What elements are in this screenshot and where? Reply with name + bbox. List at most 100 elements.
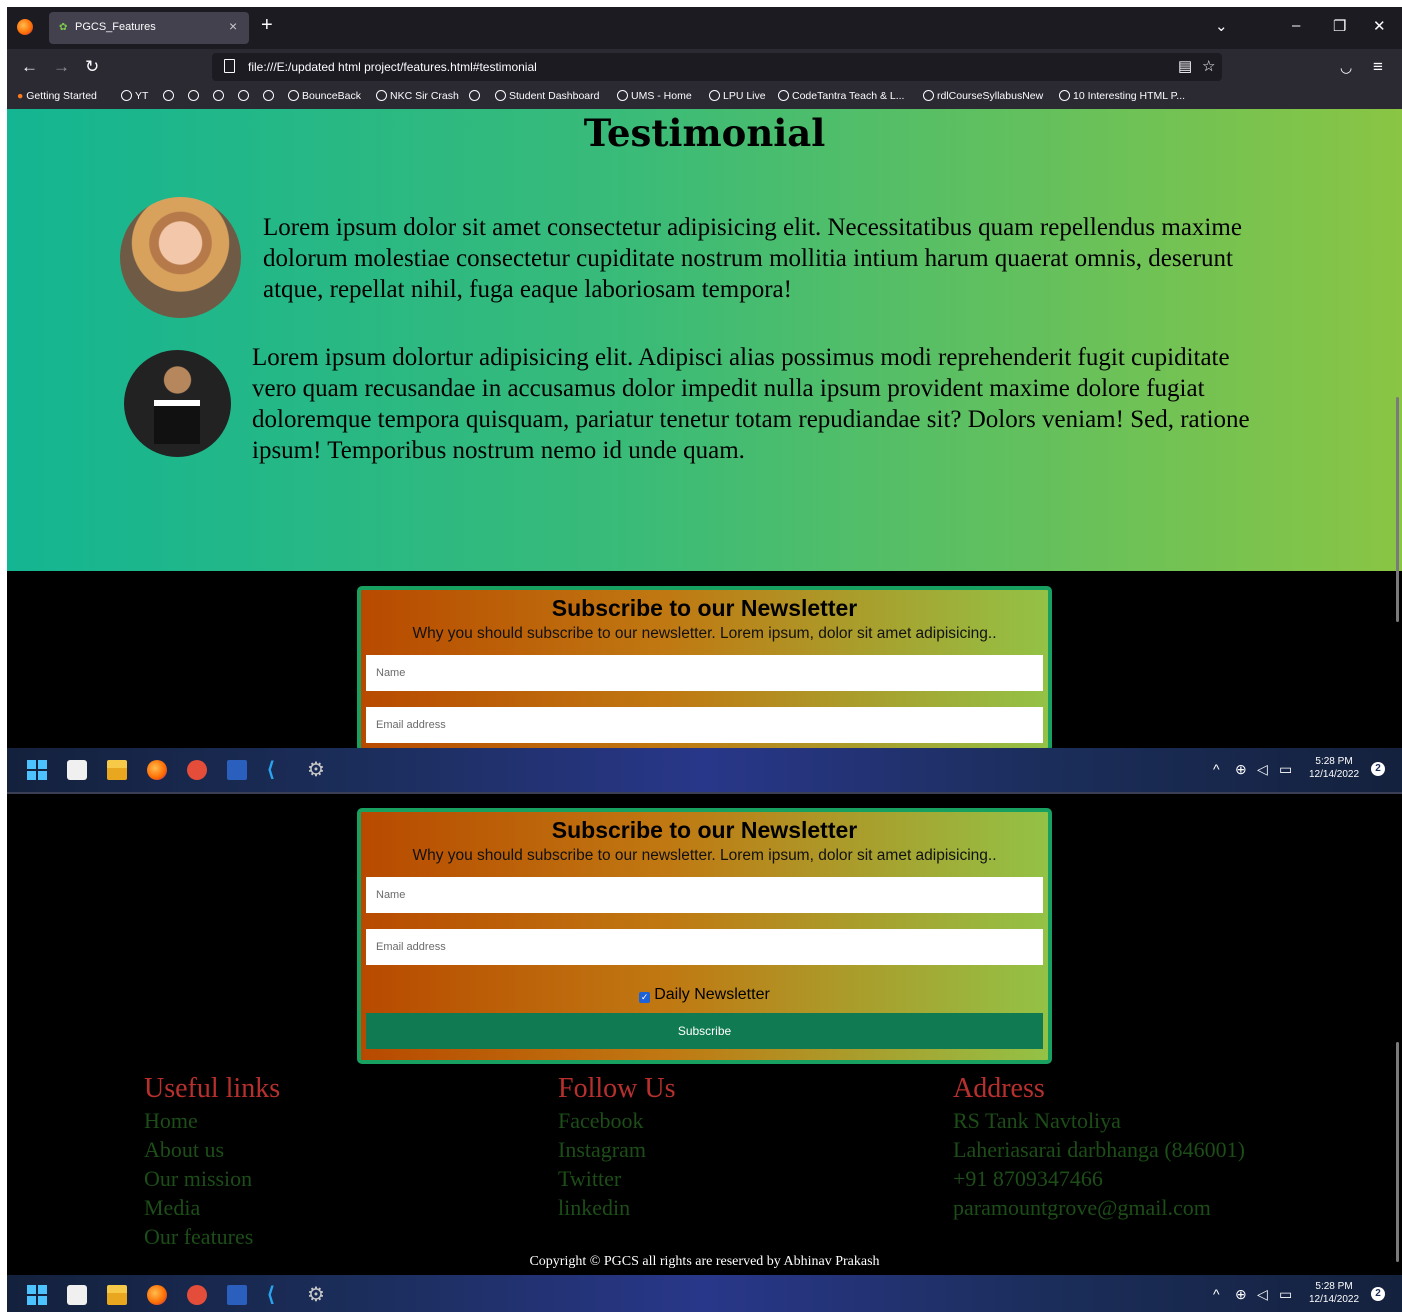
page-icon	[224, 59, 235, 73]
tab-close-icon[interactable]: ×	[229, 18, 237, 34]
newsletter-form: Subscribe to our Newsletter Why you shou…	[357, 808, 1052, 1064]
windows-start-icon[interactable]	[27, 1285, 47, 1305]
close-window-button[interactable]: ✕	[1373, 17, 1386, 35]
list-all-tabs-icon[interactable]: ⌄	[1215, 17, 1228, 35]
clock[interactable]: 5:28 PM 12/14/2022	[1309, 1280, 1359, 1306]
word-icon[interactable]	[227, 760, 247, 780]
firefox-icon: ●	[17, 90, 24, 102]
firefox-icon[interactable]	[147, 1285, 167, 1305]
bookmark-star-icon[interactable]: ☆	[1202, 57, 1215, 75]
bookmark-yt[interactable]: YT	[121, 90, 148, 102]
bookmark-untitled-5[interactable]	[263, 90, 277, 102]
git-icon[interactable]	[187, 760, 207, 780]
battery-icon[interactable]: ▭	[1279, 1286, 1292, 1303]
name-input[interactable]: Name	[366, 877, 1043, 913]
microsoft-store-icon[interactable]	[67, 760, 87, 780]
bookmark-codetantra[interactable]: CodeTantra Teach & L...	[778, 90, 904, 102]
footer-link-linkedin[interactable]: linkedin	[558, 1193, 675, 1222]
chevron-up-icon[interactable]: ^	[1213, 1286, 1220, 1302]
newsletter-subtitle: Why you should subscribe to our newslett…	[412, 847, 997, 864]
bookmark-getting-started[interactable]: ● Getting Started	[17, 90, 97, 102]
app-menu-icon[interactable]: ≡	[1373, 57, 1383, 77]
bookmark-ums-home[interactable]: UMS - Home	[617, 90, 692, 102]
microsoft-store-icon[interactable]	[67, 1285, 87, 1305]
globe-icon	[263, 90, 274, 101]
daily-newsletter-option[interactable]: ✓ Daily Newsletter	[361, 986, 1048, 1004]
bookmark-untitled-4[interactable]	[238, 90, 252, 102]
email-address: paramountgrove@gmail.com	[953, 1195, 1211, 1220]
forward-icon[interactable]: →	[53, 57, 70, 77]
clock[interactable]: 5:28 PM 12/14/2022	[1309, 755, 1359, 781]
settings-gear-icon[interactable]: ⚙	[307, 760, 327, 780]
checkbox-checked-icon[interactable]: ✓	[639, 992, 651, 1003]
volume-icon[interactable]: ◁	[1257, 761, 1268, 778]
firefox-icon[interactable]	[17, 19, 33, 35]
volume-icon[interactable]: ◁	[1257, 1286, 1268, 1303]
screenshot-divider	[7, 792, 1402, 794]
email-input[interactable]: Email address	[366, 929, 1043, 965]
address-bar[interactable]: file:///E:/updated html project/features…	[212, 53, 1222, 81]
git-icon[interactable]	[187, 1285, 207, 1305]
notification-badge[interactable]: 2	[1371, 762, 1385, 776]
reader-view-icon[interactable]: ▤	[1178, 57, 1192, 75]
bookmark-lpu-live[interactable]: LPU Live	[709, 90, 766, 102]
footer-link-facebook[interactable]: Facebook	[558, 1106, 675, 1135]
globe-icon	[213, 90, 224, 101]
file-explorer-icon[interactable]	[107, 1285, 127, 1305]
footer-link-features[interactable]: Our features	[144, 1222, 280, 1251]
footer-link-instagram[interactable]: Instagram	[558, 1135, 675, 1164]
scrollbar-thumb[interactable]	[1396, 397, 1399, 622]
firefox-icon[interactable]	[147, 760, 167, 780]
word-icon[interactable]	[227, 1285, 247, 1305]
newsletter-subtitle: Why you should subscribe to our newslett…	[412, 625, 997, 642]
network-icon[interactable]: ⊕	[1235, 1286, 1247, 1303]
bookmark-untitled-3[interactable]	[213, 90, 227, 102]
footer-link-twitter[interactable]: Twitter	[558, 1164, 675, 1193]
restore-button[interactable]: ❐	[1333, 17, 1346, 35]
footer-follow-us: Follow Us Facebook Instagram Twitter lin…	[558, 1072, 675, 1222]
footer-link-home[interactable]: Home	[144, 1106, 280, 1135]
browser-tab[interactable]: ✿ PGCS_Features ×	[49, 12, 249, 44]
globe-icon	[188, 90, 199, 101]
address-line: RS Tank Navtoliya	[953, 1108, 1121, 1133]
battery-icon[interactable]: ▭	[1279, 761, 1292, 778]
file-explorer-icon[interactable]	[107, 760, 127, 780]
settings-gear-icon[interactable]: ⚙	[307, 1285, 327, 1305]
back-icon[interactable]: ←	[21, 57, 38, 77]
newsletter-title: Subscribe to our Newsletter	[551, 817, 858, 843]
scrollbar-thumb[interactable]	[1396, 1042, 1399, 1262]
bookmark-untitled-1[interactable]	[163, 90, 177, 102]
browser-nav-bar: ← → ↻ file:///E:/updated html project/fe…	[7, 49, 1402, 85]
pocket-icon[interactable]: ◡	[1340, 59, 1352, 76]
testimonial-avatar-woman	[120, 197, 241, 318]
bookmark-untitled-2[interactable]	[188, 90, 202, 102]
reload-icon[interactable]: ↻	[85, 57, 99, 77]
name-input[interactable]: Name	[366, 655, 1043, 691]
network-icon[interactable]: ⊕	[1235, 761, 1247, 778]
new-tab-button[interactable]: +	[261, 15, 273, 35]
windows-start-icon[interactable]	[27, 760, 47, 780]
bookmark-html-projects[interactable]: 10 Interesting HTML P...	[1059, 90, 1185, 102]
footer-link-mission[interactable]: Our mission	[144, 1164, 280, 1193]
windows-taskbar: ⟨ ⚙ ^ ⊕ ◁ ▭ 5:28 PM 12/14/2022 2	[7, 748, 1402, 792]
footer-link-media[interactable]: Media	[144, 1193, 280, 1222]
bookmark-rdl-course[interactable]: rdlCourseSyllabusNew	[923, 90, 1043, 102]
bookmark-student-dashboard[interactable]: Student Dashboard	[495, 90, 599, 102]
testimonial-section: Testimonial Lorem ipsum dolor sit amet c…	[7, 109, 1402, 571]
globe-icon	[288, 90, 299, 101]
globe-icon	[469, 90, 480, 101]
minimize-button[interactable]: –	[1292, 17, 1300, 34]
tab-favicon-icon: ✿	[59, 22, 68, 33]
bookmark-bounceback[interactable]: BounceBack	[288, 90, 361, 102]
bookmark-untitled-6[interactable]	[469, 90, 483, 102]
subscribe-button[interactable]: Subscribe	[366, 1013, 1043, 1049]
email-input[interactable]: Email address	[366, 707, 1043, 743]
vscode-icon[interactable]: ⟨	[267, 1285, 287, 1305]
chevron-up-icon[interactable]: ^	[1213, 761, 1220, 777]
bookmark-nkc-sir-crash[interactable]: NKC Sir Crash	[376, 90, 459, 102]
footer-link-about[interactable]: About us	[144, 1135, 280, 1164]
url-text[interactable]: file:///E:/updated html project/features…	[248, 60, 537, 74]
footer-address: Address RS Tank Navtoliya Laheriasarai d…	[953, 1072, 1245, 1222]
notification-badge[interactable]: 2	[1371, 1287, 1385, 1301]
vscode-icon[interactable]: ⟨	[267, 760, 287, 780]
